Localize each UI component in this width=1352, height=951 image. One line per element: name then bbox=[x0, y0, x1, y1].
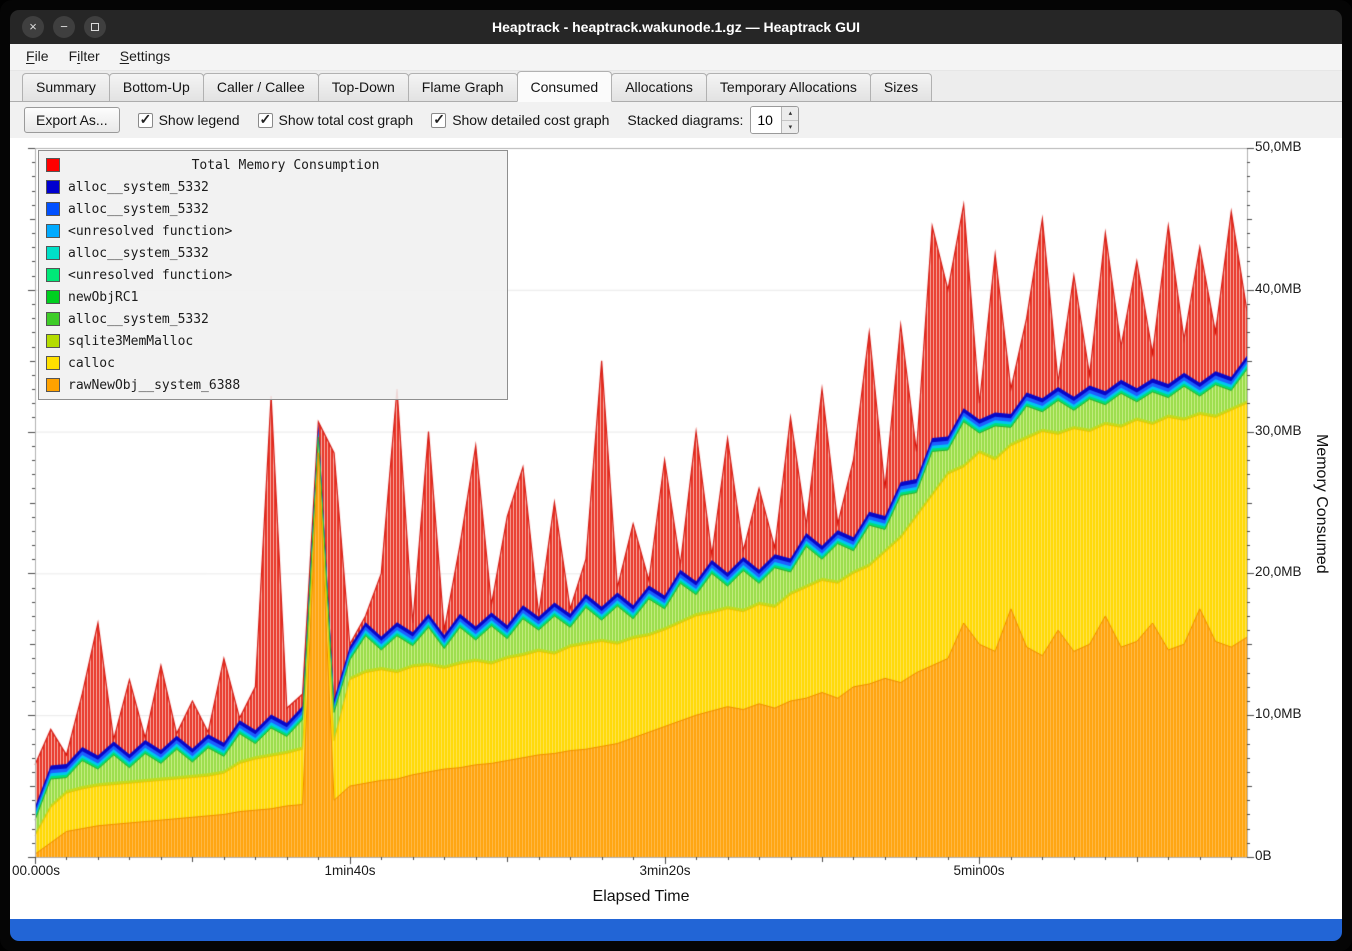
legend-swatch bbox=[46, 202, 60, 216]
tab-consumed[interactable]: Consumed bbox=[517, 71, 613, 102]
tab-allocations[interactable]: Allocations bbox=[611, 73, 707, 101]
close-button[interactable]: × bbox=[22, 16, 44, 38]
checkbox-label: Show total cost graph bbox=[279, 112, 414, 128]
menu-settings[interactable]: Settings bbox=[110, 44, 181, 70]
legend-swatch bbox=[46, 158, 60, 172]
maximize-icon bbox=[91, 23, 99, 31]
legend-item: <unresolved function> bbox=[43, 264, 503, 286]
legend-title-row: Total Memory Consumption bbox=[43, 154, 503, 176]
legend-item: rawNewObj__system_6388 bbox=[43, 374, 503, 396]
menu-file[interactable]: File bbox=[16, 44, 59, 70]
y-axis-label: 0B bbox=[1255, 848, 1325, 863]
maximize-button[interactable] bbox=[84, 16, 106, 38]
tab-top-down[interactable]: Top-Down bbox=[318, 73, 409, 101]
legend-item: alloc__system_5332 bbox=[43, 176, 503, 198]
legend-swatch bbox=[46, 290, 60, 304]
stacked-diagrams-input[interactable] bbox=[751, 107, 781, 133]
legend-item: sqlite3MemMalloc bbox=[43, 330, 503, 352]
x-axis-label: 00.000s bbox=[12, 863, 102, 878]
tab-temporary-allocations[interactable]: Temporary Allocations bbox=[706, 73, 871, 101]
legend-item: calloc bbox=[43, 352, 503, 374]
y-axis-label: 50,0MB bbox=[1255, 139, 1325, 154]
legend-item: <unresolved function> bbox=[43, 220, 503, 242]
checkbox-label: Show legend bbox=[159, 112, 240, 128]
tab-sizes[interactable]: Sizes bbox=[870, 73, 932, 101]
checkbox-show-legend[interactable]: ✓ Show legend bbox=[138, 112, 240, 128]
checkbox-icon: ✓ bbox=[138, 113, 153, 128]
y-axis-label: 10,0MB bbox=[1255, 706, 1325, 721]
tab-summary[interactable]: Summary bbox=[22, 73, 110, 101]
tab-flame-graph[interactable]: Flame Graph bbox=[408, 73, 518, 101]
x-axis-title: Elapsed Time bbox=[541, 888, 741, 906]
spin-down-button[interactable]: ▾ bbox=[782, 120, 798, 133]
legend-swatch bbox=[46, 356, 60, 370]
checkbox-show-detailed-cost-graph[interactable]: ✓ Show detailed cost graph bbox=[431, 112, 609, 128]
checkbox-icon: ✓ bbox=[258, 113, 273, 128]
legend-item: newObjRC1 bbox=[43, 286, 503, 308]
chart-legend: Total Memory Consumption alloc__system_5… bbox=[38, 150, 508, 400]
tab-caller-callee[interactable]: Caller / Callee bbox=[203, 73, 319, 101]
y-axis-title: Memory Consumed bbox=[1312, 434, 1330, 574]
legend-swatch bbox=[46, 334, 60, 348]
titlebar: × − Heaptrack - heaptrack.wakunode.1.gz … bbox=[10, 10, 1342, 44]
bottom-strip bbox=[10, 919, 1342, 941]
chart-area: Total Memory Consumption alloc__system_5… bbox=[10, 138, 1342, 919]
spin-up-button[interactable]: ▴ bbox=[782, 107, 798, 120]
legend-item: alloc__system_5332 bbox=[43, 242, 503, 264]
checkbox-icon: ✓ bbox=[431, 113, 446, 128]
window-title: Heaptrack - heaptrack.wakunode.1.gz — He… bbox=[10, 19, 1342, 35]
tab-bottom-up[interactable]: Bottom-Up bbox=[109, 73, 204, 101]
legend-item: alloc__system_5332 bbox=[43, 198, 503, 220]
legend-swatch bbox=[46, 224, 60, 238]
export-as-button[interactable]: Export As... bbox=[24, 107, 120, 133]
y-axis-label: 40,0MB bbox=[1255, 281, 1325, 296]
legend-swatch bbox=[46, 246, 60, 260]
stacked-diagrams-label: Stacked diagrams: bbox=[627, 112, 743, 128]
x-axis-label: 3min20s bbox=[620, 863, 710, 878]
legend-item: alloc__system_5332 bbox=[43, 308, 503, 330]
minimize-button[interactable]: − bbox=[53, 16, 75, 38]
legend-swatch bbox=[46, 378, 60, 392]
menu-filter[interactable]: Filter bbox=[59, 44, 110, 70]
checkbox-label: Show detailed cost graph bbox=[452, 112, 609, 128]
x-axis-label: 1min40s bbox=[305, 863, 395, 878]
window-controls: × − bbox=[22, 16, 106, 38]
legend-swatch bbox=[46, 268, 60, 282]
app-window: × − Heaptrack - heaptrack.wakunode.1.gz … bbox=[0, 0, 1352, 951]
legend-title: Total Memory Consumption bbox=[68, 158, 503, 173]
legend-swatch bbox=[46, 180, 60, 194]
legend-swatch bbox=[46, 312, 60, 326]
menubar: File Filter Settings bbox=[10, 44, 1342, 71]
x-axis-label: 5min00s bbox=[934, 863, 1024, 878]
checkbox-show-total-cost-graph[interactable]: ✓ Show total cost graph bbox=[258, 112, 414, 128]
stacked-diagrams-spinbox: ▴ ▾ bbox=[750, 106, 799, 134]
tab-bar: Summary Bottom-Up Caller / Callee Top-Do… bbox=[10, 71, 1342, 102]
toolbar: Export As... ✓ Show legend ✓ Show total … bbox=[10, 102, 1342, 138]
